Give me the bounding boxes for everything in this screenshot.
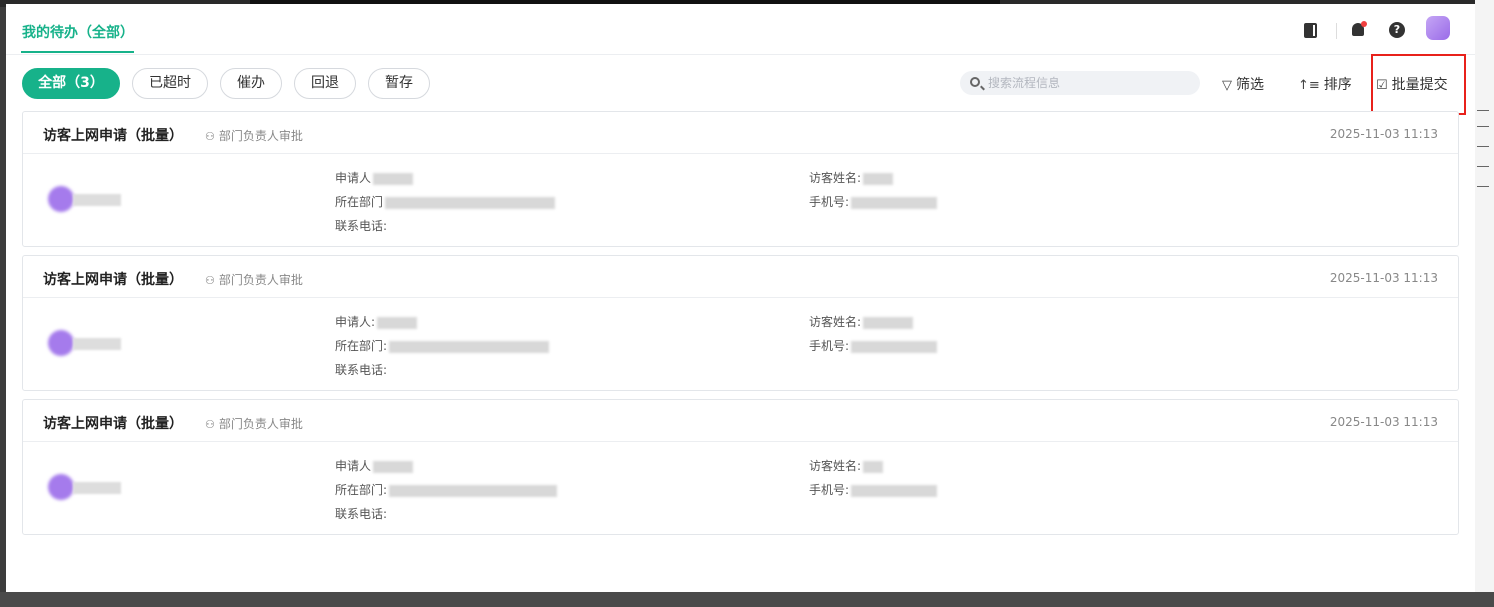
applicant-field: 申请人: [335, 169, 414, 186]
sort-icon: ↑≡: [1298, 78, 1320, 93]
blurred-name: [73, 194, 121, 206]
filter-tool-button[interactable]: ▽ 筛选: [1222, 74, 1264, 94]
blurred-name: [73, 338, 121, 350]
dept-field: 所在部门:: [335, 337, 550, 354]
blurred-value: [389, 340, 550, 353]
mobile-label: 手机号:: [809, 339, 850, 353]
filter-tool-label: 筛选: [1236, 77, 1264, 93]
card-header: 访客上网申请（批量） ⚇ 部门负责人审批 2025-11-03 11:13: [23, 112, 1458, 154]
card-title: 访客上网申请（批量）: [43, 128, 183, 144]
blurred-value: [863, 316, 914, 329]
filter-overdue-button[interactable]: 已超时: [132, 68, 208, 99]
book-icon[interactable]: [1304, 23, 1317, 38]
visitor-label: 访客姓名:: [809, 315, 862, 329]
help-icon[interactable]: ?: [1389, 22, 1405, 38]
card-title: 访客上网申请（批量）: [43, 416, 183, 432]
blurred-value: [389, 484, 558, 497]
dept-label: 所在部门:: [335, 339, 388, 353]
visitor-label: 访客姓名:: [809, 171, 862, 185]
flow-node-label: 部门负责人审批: [218, 273, 303, 287]
sort-tool-button[interactable]: ↑≡ 排序: [1298, 74, 1352, 94]
dept-label: 所在部门: [335, 195, 384, 209]
todo-card[interactable]: 访客上网申请（批量） ⚇ 部门负责人审批 2025-11-03 11:13 申请人…: [22, 399, 1459, 535]
visitor-label: 访客姓名:: [809, 459, 862, 473]
dept-field: 所在部门:: [335, 481, 558, 498]
card-time: 2025-11-03 11:13: [1329, 415, 1438, 429]
avatar: [48, 186, 74, 212]
user-avatar[interactable]: [1426, 16, 1450, 40]
filter-all-button[interactable]: 全部（3）: [22, 68, 120, 99]
phone-label: 联系电话:: [335, 363, 388, 377]
top-bar: 我的待办（全部） ?: [6, 4, 1475, 55]
flow-node-icon: ⚇: [205, 130, 215, 143]
card-header: 访客上网申请（批量） ⚇ 部门负责人审批 2025-11-03 11:13: [23, 400, 1458, 442]
phone-field: 联系电话:: [335, 361, 387, 378]
flow-node-label: 部门负责人审批: [218, 417, 303, 431]
right-background-edge: [1475, 0, 1494, 607]
highlight-annotation-box: [1371, 54, 1466, 115]
search-input[interactable]: [988, 71, 1188, 95]
mobile-field: 手机号:: [809, 193, 938, 210]
blurred-value: [373, 460, 414, 473]
phone-label: 联系电话:: [335, 507, 388, 521]
phone-label: 联系电话:: [335, 219, 388, 233]
bottom-background-strip: [0, 592, 1494, 607]
card-flow-node: ⚇ 部门负责人审批: [205, 127, 303, 144]
sort-tool-label: 排序: [1323, 77, 1352, 93]
dept-field: 所在部门: [335, 193, 556, 210]
card-flow-node: ⚇ 部门负责人审批: [205, 415, 303, 432]
applicant-field: 申请人:: [335, 313, 418, 330]
todo-card[interactable]: 访客上网申请（批量） ⚇ 部门负责人审批 2025-11-03 11:13 申请人…: [22, 111, 1459, 247]
phone-field: 联系电话:: [335, 217, 387, 234]
todo-panel: 我的待办（全部） ? 全部（3） 已超时 催办 回退 暂存 ▽筛选 ↑≡排序 ☑…: [6, 4, 1475, 592]
mobile-label: 手机号:: [809, 483, 850, 497]
todo-card[interactable]: 访客上网申请（批量） ⚇ 部门负责人审批 2025-11-03 11:13 申请人…: [22, 255, 1459, 391]
header-divider: [1336, 23, 1337, 39]
flow-node-label: 部门负责人审批: [218, 129, 303, 143]
card-header: 访客上网申请（批量） ⚇ 部门负责人审批 2025-11-03 11:13: [23, 256, 1458, 298]
filter-return-button[interactable]: 回退: [294, 68, 356, 99]
blurred-name: [73, 482, 121, 494]
card-title: 访客上网申请（批量）: [43, 272, 183, 288]
blurred-value: [851, 340, 938, 353]
card-time: 2025-11-03 11:13: [1329, 271, 1438, 285]
tab-active-underline: [21, 51, 134, 53]
card-time: 2025-11-03 11:13: [1329, 127, 1438, 141]
blurred-value: [851, 484, 938, 497]
blurred-value: [863, 460, 884, 473]
visitor-field: 访客姓名:: [809, 457, 884, 474]
search-box: [960, 71, 1200, 95]
mobile-field: 手机号:: [809, 481, 938, 498]
applicant-label: 申请人:: [335, 315, 376, 329]
applicant-label: 申请人: [335, 459, 372, 473]
mobile-label: 手机号:: [809, 195, 850, 209]
flow-node-icon: ⚇: [205, 418, 215, 431]
blurred-value: [377, 316, 418, 329]
card-flow-node: ⚇ 部门负责人审批: [205, 271, 303, 288]
phone-field: 联系电话:: [335, 505, 387, 522]
dept-label: 所在部门:: [335, 483, 388, 497]
search-icon: [970, 77, 980, 87]
avatar: [48, 330, 74, 356]
blurred-value: [373, 172, 414, 185]
applicant-label: 申请人: [335, 171, 372, 185]
filter-urge-button[interactable]: 催办: [220, 68, 282, 99]
mobile-field: 手机号:: [809, 337, 938, 354]
funnel-icon: ▽: [1222, 78, 1232, 93]
flow-node-icon: ⚇: [205, 274, 215, 287]
blurred-value: [851, 196, 938, 209]
avatar: [48, 474, 74, 500]
notification-dot: [1361, 21, 1367, 27]
filter-bar: 全部（3） 已超时 催办 回退 暂存 ▽筛选 ↑≡排序 ☑批量提交: [6, 67, 1475, 101]
blurred-value: [863, 172, 894, 185]
applicant-field: 申请人: [335, 457, 414, 474]
blurred-value: [385, 196, 556, 209]
filter-draft-button[interactable]: 暂存: [368, 68, 430, 99]
tab-my-todo-all[interactable]: 我的待办（全部）: [22, 22, 134, 42]
visitor-field: 访客姓名:: [809, 313, 914, 330]
visitor-field: 访客姓名:: [809, 169, 894, 186]
